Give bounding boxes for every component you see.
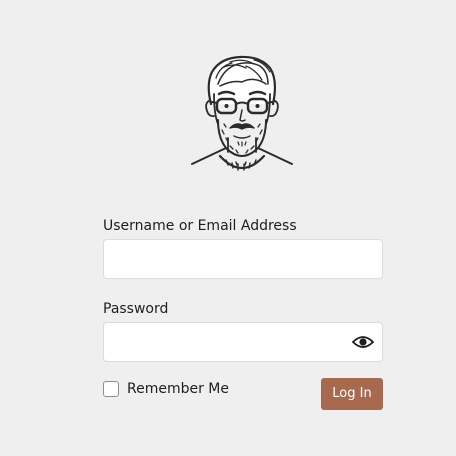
site-logo[interactable]: [190, 54, 294, 178]
show-password-button[interactable]: [351, 334, 375, 350]
username-field-box: [103, 239, 383, 279]
remember-me-checkbox[interactable]: [103, 381, 119, 397]
username-input[interactable]: [104, 240, 382, 278]
password-label: Password: [103, 301, 169, 317]
remember-me-label[interactable]: Remember Me: [127, 381, 229, 397]
bearded-man-avatar-icon: [191, 55, 293, 171]
eye-icon: [351, 336, 375, 348]
username-label: Username or Email Address: [103, 218, 297, 234]
password-input[interactable]: [104, 323, 382, 361]
password-field-box: [103, 322, 383, 362]
form-actions-row: Remember Me Log In: [103, 378, 383, 412]
remember-me: Remember Me: [103, 381, 229, 397]
login-form: Username or Email Address Password Remem…: [103, 218, 383, 412]
login-button[interactable]: Log In: [321, 378, 383, 410]
